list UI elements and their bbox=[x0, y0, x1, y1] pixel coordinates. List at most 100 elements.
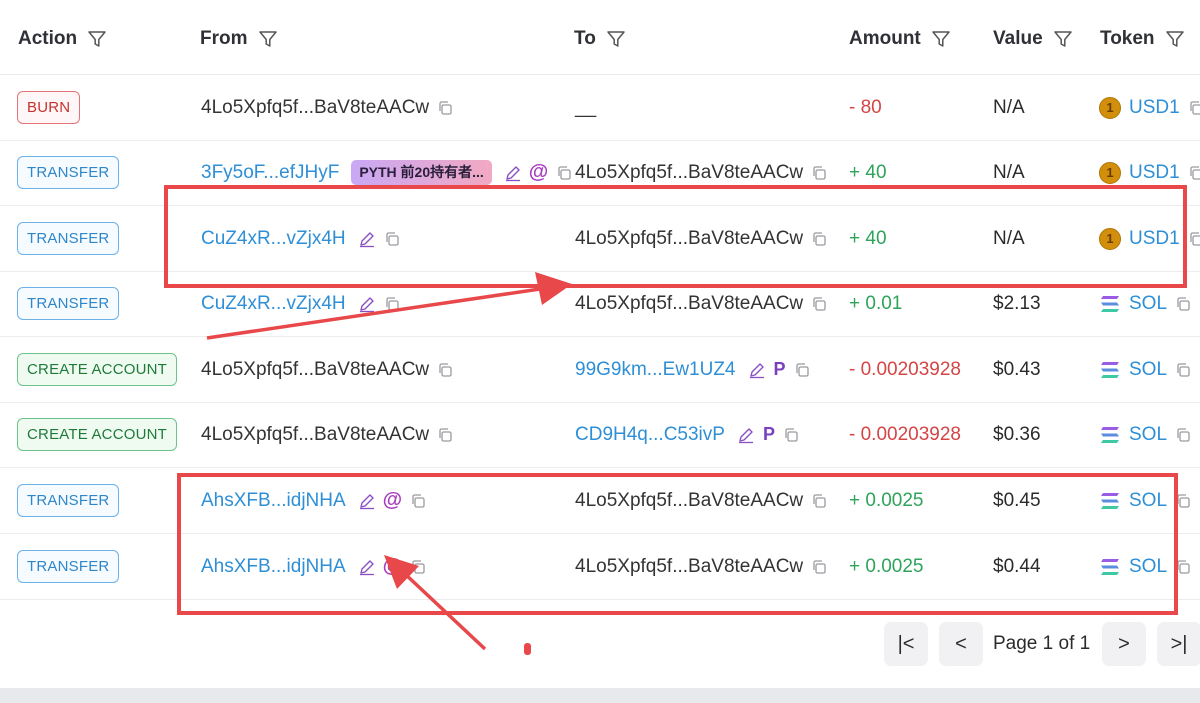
to-address[interactable]: 4Lo5Xpfq5f...BaV8teAACw bbox=[575, 490, 803, 512]
from-address[interactable]: 4Lo5Xpfq5f...BaV8teAACw bbox=[201, 97, 429, 119]
column-header-token: Token bbox=[1100, 28, 1185, 50]
token-link[interactable]: SOL bbox=[1129, 556, 1167, 578]
to-address[interactable]: 4Lo5Xpfq5f...BaV8teAACw bbox=[575, 293, 803, 315]
pencil-icon[interactable] bbox=[358, 295, 376, 313]
pencil-icon[interactable] bbox=[358, 558, 376, 576]
copy-icon[interactable] bbox=[811, 559, 827, 575]
at-icon[interactable]: @ bbox=[383, 555, 403, 578]
column-header-from: From bbox=[200, 28, 278, 50]
table-row: TRANSFER AhsXFB...idjNHA @ 4Lo5Xpfq5f...… bbox=[0, 534, 1200, 600]
pencil-icon[interactable] bbox=[358, 492, 376, 510]
column-header-from-label: From bbox=[200, 28, 248, 49]
program-icon[interactable]: P bbox=[763, 424, 775, 445]
copy-icon[interactable] bbox=[1188, 165, 1200, 181]
copy-icon[interactable] bbox=[437, 100, 453, 116]
column-header-value-label: Value bbox=[993, 28, 1043, 49]
table-row: TRANSFER 3Fy5oF...efJHyF PYTH 前20持有者... … bbox=[0, 140, 1200, 206]
from-address[interactable]: AhsXFB...idjNHA bbox=[201, 490, 346, 512]
solana-icon bbox=[1101, 426, 1119, 443]
token-link[interactable]: USD1 bbox=[1129, 228, 1180, 250]
copy-icon[interactable] bbox=[384, 296, 400, 312]
amount: + 40 bbox=[849, 161, 887, 183]
to-address[interactable]: 99G9km...Ew1UZ4 bbox=[575, 359, 736, 381]
copy-icon[interactable] bbox=[811, 231, 827, 247]
footer-bar bbox=[0, 688, 1200, 703]
copy-icon[interactable] bbox=[811, 165, 827, 181]
next-page-button[interactable]: > bbox=[1102, 622, 1146, 666]
prev-page-button[interactable]: < bbox=[939, 622, 983, 666]
last-page-icon: >| bbox=[1170, 632, 1188, 655]
token-link[interactable]: USD1 bbox=[1129, 162, 1180, 184]
copy-icon[interactable] bbox=[1175, 362, 1191, 378]
copy-icon[interactable] bbox=[783, 427, 799, 443]
to-address: __ bbox=[575, 96, 597, 118]
copy-icon[interactable] bbox=[410, 559, 426, 575]
table-row: TRANSFER CuZ4xR...vZjx4H 4Lo5Xpfq5f...Ba… bbox=[0, 271, 1200, 337]
filter-icon[interactable] bbox=[1053, 29, 1073, 49]
filter-icon[interactable] bbox=[931, 29, 951, 49]
copy-icon[interactable] bbox=[1175, 559, 1191, 575]
action-badge: CREATE ACCOUNT bbox=[17, 418, 178, 451]
pencil-icon[interactable] bbox=[748, 361, 766, 379]
action-badge: TRANSFER bbox=[17, 222, 120, 255]
at-icon[interactable]: @ bbox=[383, 489, 403, 512]
token-link[interactable]: SOL bbox=[1129, 424, 1167, 446]
column-header-action-label: Action bbox=[18, 28, 78, 49]
filter-icon[interactable] bbox=[606, 29, 626, 49]
from-address[interactable]: CuZ4xR...vZjx4H bbox=[201, 228, 346, 250]
copy-icon[interactable] bbox=[1188, 100, 1200, 116]
copy-icon[interactable] bbox=[384, 231, 400, 247]
copy-icon[interactable] bbox=[1175, 427, 1191, 443]
at-icon[interactable]: @ bbox=[529, 161, 549, 184]
token-link[interactable]: SOL bbox=[1129, 359, 1167, 381]
address-tag: PYTH 前20持有者... bbox=[351, 160, 492, 185]
copy-icon[interactable] bbox=[1175, 493, 1191, 509]
filter-icon[interactable] bbox=[1165, 29, 1185, 49]
copy-icon[interactable] bbox=[437, 362, 453, 378]
to-address[interactable]: 4Lo5Xpfq5f...BaV8teAACw bbox=[575, 556, 803, 578]
value: $0.45 bbox=[993, 489, 1041, 511]
first-page-icon: |< bbox=[897, 632, 915, 655]
from-address[interactable]: AhsXFB...idjNHA bbox=[201, 556, 346, 578]
first-page-button[interactable]: |< bbox=[884, 622, 928, 666]
action-badge: TRANSFER bbox=[17, 287, 120, 320]
copy-icon[interactable] bbox=[1175, 296, 1191, 312]
to-address[interactable]: 4Lo5Xpfq5f...BaV8teAACw bbox=[575, 162, 803, 184]
solana-icon bbox=[1101, 492, 1119, 509]
to-address[interactable]: CD9H4q...C53ivP bbox=[575, 424, 725, 446]
pencil-icon[interactable] bbox=[504, 164, 522, 182]
copy-icon[interactable] bbox=[794, 362, 810, 378]
from-address[interactable]: 4Lo5Xpfq5f...BaV8teAACw bbox=[201, 424, 429, 446]
to-address[interactable]: 4Lo5Xpfq5f...BaV8teAACw bbox=[575, 228, 803, 250]
action-badge: TRANSFER bbox=[17, 550, 120, 583]
token-link[interactable]: USD1 bbox=[1129, 97, 1180, 119]
from-address[interactable]: 4Lo5Xpfq5f...BaV8teAACw bbox=[201, 359, 429, 381]
amount: - 0.00203928 bbox=[849, 358, 961, 380]
token-link[interactable]: SOL bbox=[1129, 293, 1167, 315]
column-header-amount-label: Amount bbox=[849, 28, 921, 49]
pencil-icon[interactable] bbox=[737, 426, 755, 444]
column-header-to-label: To bbox=[574, 28, 596, 49]
filter-icon[interactable] bbox=[258, 29, 278, 49]
last-page-button[interactable]: >| bbox=[1157, 622, 1200, 666]
table-header: Action From To Amount Value Token bbox=[0, 0, 1200, 75]
copy-icon[interactable] bbox=[1188, 231, 1200, 247]
filter-icon[interactable] bbox=[87, 29, 107, 49]
column-header-token-label: Token bbox=[1100, 28, 1155, 49]
column-header-action: Action bbox=[18, 28, 107, 50]
column-header-amount: Amount bbox=[849, 28, 951, 50]
from-address[interactable]: 3Fy5oF...efJHyF bbox=[201, 162, 339, 184]
token-link[interactable]: SOL bbox=[1129, 490, 1167, 512]
copy-icon[interactable] bbox=[811, 296, 827, 312]
from-address[interactable]: CuZ4xR...vZjx4H bbox=[201, 293, 346, 315]
solana-icon bbox=[1101, 295, 1119, 312]
program-icon[interactable]: P bbox=[774, 359, 786, 380]
copy-icon[interactable] bbox=[437, 427, 453, 443]
copy-icon[interactable] bbox=[410, 493, 426, 509]
usd1-coin-icon: 1 bbox=[1099, 96, 1121, 119]
copy-icon[interactable] bbox=[811, 493, 827, 509]
usd1-coin-icon: 1 bbox=[1099, 227, 1121, 250]
action-badge: CREATE ACCOUNT bbox=[17, 353, 178, 386]
copy-icon[interactable] bbox=[556, 165, 572, 181]
pencil-icon[interactable] bbox=[358, 230, 376, 248]
